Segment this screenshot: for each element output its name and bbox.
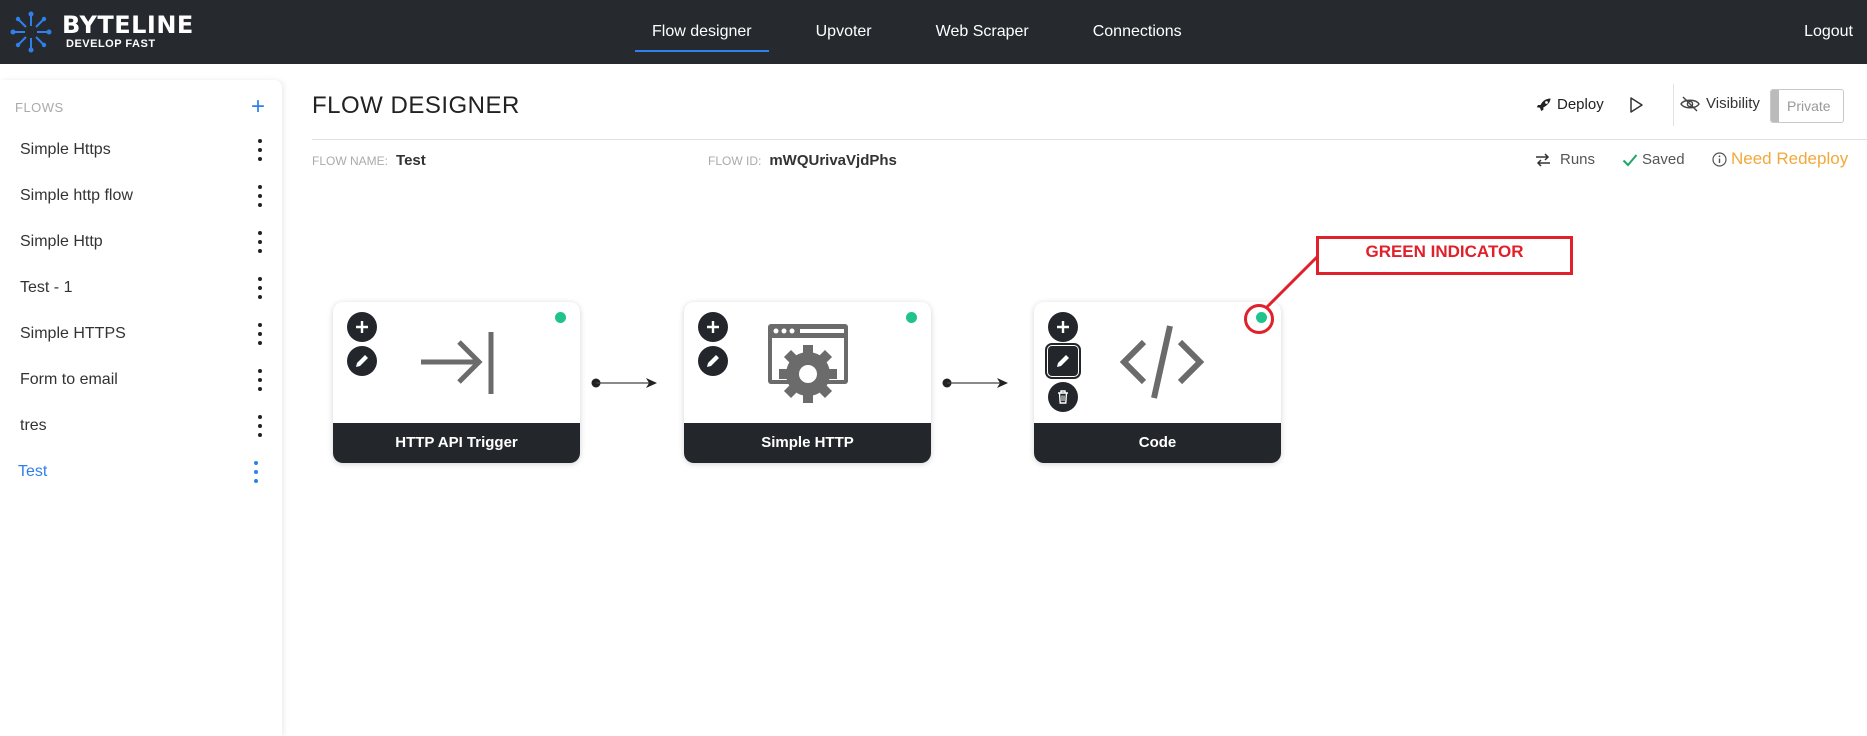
kebab-menu-icon[interactable] [255,323,265,345]
deploy-button[interactable]: Deploy [1536,96,1604,113]
sidebar-item-test-1[interactable]: Test - 1 [20,270,265,306]
code-icon [1119,325,1205,399]
annotation-highlight-circle [1244,304,1274,334]
main-nav: Flow designer Upvoter Web Scraper Connec… [620,0,1214,64]
sidebar-item-label: Simple HTTPS [20,325,126,342]
runs-label: Runs [1560,151,1596,168]
kebab-menu-icon[interactable] [255,139,265,161]
flow-name-key: FLOW NAME: [312,154,389,168]
visibility-toggle[interactable]: Private [1770,89,1844,123]
kebab-menu-icon[interactable] [255,185,265,207]
top-navbar: BYTELINE DEVELOP FAST Flow designer Upvo… [0,0,1867,64]
byteline-logo-icon [10,11,52,53]
redeploy-label: Need Redeploy [1731,149,1849,168]
sidebar-item-label: Test [18,463,48,480]
sidebar-item-tres[interactable]: tres [20,408,265,444]
status-indicator-dot [555,312,566,323]
flow-name-value[interactable]: Test [396,152,426,169]
page-title: FLOW DESIGNER [312,92,520,119]
saved-status: Saved [1622,151,1685,168]
edit-pencil-icon[interactable] [347,346,377,376]
nav-flow-designer[interactable]: Flow designer [620,0,784,64]
flow-id-key: FLOW ID: [708,154,762,168]
delete-trash-icon[interactable] [1048,382,1078,412]
node-title: Simple HTTP [684,423,931,463]
connector-arrow [942,378,1008,388]
check-icon [1622,153,1638,166]
sidebar-item-label: Test - 1 [20,279,73,296]
add-flow-plus-icon[interactable]: + [251,95,265,119]
sidebar-item-label: tres [20,417,47,434]
sidebar-item-label: Simple Https [20,141,111,158]
sidebar-item-test[interactable]: Test [18,454,263,490]
sidebar-item-simple-http[interactable]: Simple Http [20,224,265,260]
sidebar-item-label: Simple Http [20,233,103,250]
node-simple-http[interactable]: Simple HTTP [684,302,931,463]
node-http-api-trigger[interactable]: HTTP API Trigger [333,302,580,463]
flows-sidebar: FLOWS + Simple Https Simple http flow Si… [0,80,282,736]
kebab-menu-icon[interactable] [255,231,265,253]
header-separator [312,139,1867,140]
swap-arrows-icon [1536,152,1550,167]
sidebar-item-label: Simple http flow [20,187,133,204]
sidebar-item-label: Form to email [20,371,118,388]
nav-upvoter[interactable]: Upvoter [784,0,904,64]
brand-tagline: DEVELOP FAST [66,38,156,50]
flow-id-value: mWQUrivaVjdPhs [769,152,897,169]
status-indicator-dot [906,312,917,323]
annotation-label: GREEN INDICATOR [1316,236,1573,275]
runs-button[interactable]: Runs [1535,151,1595,168]
add-node-plus-icon[interactable] [1048,312,1078,342]
edit-pencil-icon[interactable] [698,346,728,376]
need-redeploy-status[interactable]: Need Redeploy [1712,149,1848,169]
toggle-knob [1771,90,1779,122]
visibility-value: Private [1787,98,1831,114]
visibility-label: Visibility [1706,95,1760,112]
visibility-control: Visibility [1680,95,1760,112]
brand-name: BYTELINE [62,11,194,39]
run-play-icon[interactable] [1627,96,1645,114]
add-node-plus-icon[interactable] [698,312,728,342]
sidebar-item-simple-https-2[interactable]: Simple HTTPS [20,316,265,352]
nav-web-scraper[interactable]: Web Scraper [904,0,1061,64]
kebab-menu-icon[interactable] [255,369,265,391]
node-code[interactable]: Code [1034,302,1281,463]
sidebar-item-simple-https[interactable]: Simple Https [20,132,265,168]
sidebar-title: FLOWS [15,100,64,115]
connector-arrow [591,378,657,388]
rocket-icon [1536,98,1551,111]
sidebar-item-simple-http-flow[interactable]: Simple http flow [20,178,265,214]
browser-gear-icon [768,324,848,403]
saved-label: Saved [1642,151,1685,168]
edit-pencil-icon[interactable] [1045,343,1081,379]
kebab-menu-icon[interactable] [255,277,265,299]
sidebar-header: FLOWS + [15,95,265,120]
brand-logo[interactable]: BYTELINE DEVELOP FAST [10,10,194,54]
flow-name-field: FLOW NAME: Test [312,152,426,169]
node-title: Code [1034,423,1281,463]
flow-id-field: FLOW ID: mWQUrivaVjdPhs [708,152,897,169]
node-title: HTTP API Trigger [333,423,580,463]
kebab-menu-icon[interactable] [251,461,261,483]
arrow-to-bar-icon [421,332,494,394]
logout-link[interactable]: Logout [1804,0,1853,64]
sidebar-item-form-to-email[interactable]: Form to email [20,362,265,398]
eye-slash-icon [1680,96,1700,111]
kebab-menu-icon[interactable] [255,415,265,437]
info-icon [1712,151,1727,167]
deploy-label: Deploy [1557,96,1604,113]
add-node-plus-icon[interactable] [347,312,377,342]
nav-connections[interactable]: Connections [1061,0,1214,64]
header-divider [1673,84,1674,126]
